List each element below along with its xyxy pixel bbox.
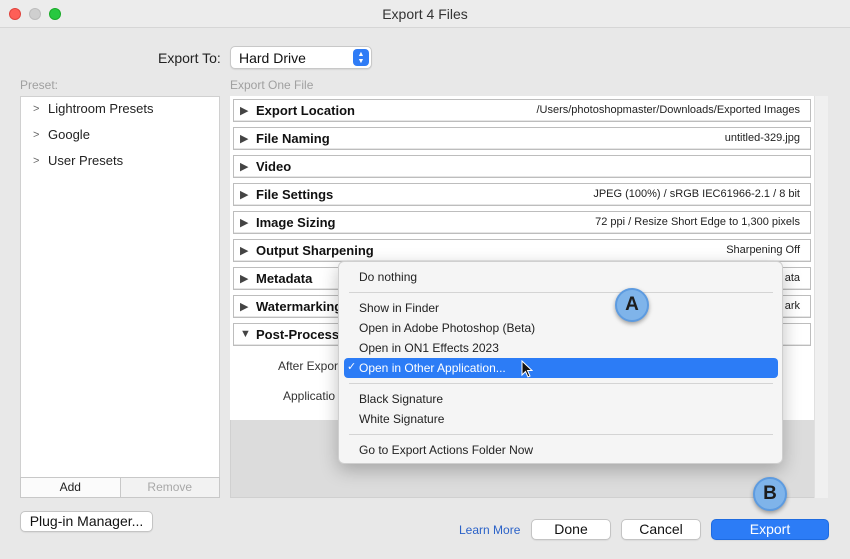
chevron-right-icon: > (33, 154, 40, 167)
annotation-badge-a: A (615, 288, 649, 322)
annotation-badge-b: B (753, 477, 787, 511)
section-output-sharpening[interactable]: ▶ Output Sharpening Sharpening Off (233, 239, 811, 262)
done-button[interactable]: Done (531, 519, 611, 540)
export-to-value: Hard Drive (239, 50, 306, 66)
section-title: Metadata (256, 271, 313, 286)
disclosure-triangle-icon: ▶ (240, 189, 249, 201)
preset-actions: Add Remove (20, 477, 220, 498)
section-summary: Sharpening Off (726, 244, 800, 256)
export-to-label: Export To: (158, 50, 221, 66)
disclosure-triangle-icon: ▶ (240, 105, 249, 117)
menu-item-label: Open in Other Application... (359, 361, 506, 375)
preset-label: Preset: (20, 78, 59, 92)
disclosure-triangle-icon: ▶ (240, 161, 249, 173)
learn-more-link[interactable]: Learn More (459, 523, 520, 537)
section-title: Watermarking (256, 299, 343, 314)
after-export-label: After Expor (278, 359, 339, 373)
menu-separator (349, 292, 773, 293)
application-label: Applicatio (283, 389, 336, 403)
section-export-location[interactable]: ▶ Export Location /Users/photoshopmaster… (233, 99, 811, 122)
mouse-pointer-icon (521, 360, 533, 378)
cancel-button[interactable]: Cancel (621, 519, 701, 540)
section-video[interactable]: ▶ Video (233, 155, 811, 178)
preset-item-google[interactable]: > Google (33, 127, 90, 142)
menu-item-open-other-application[interactable]: ✓ Open in Other Application... (344, 358, 778, 378)
preset-item-lightroom[interactable]: > Lightroom Presets (33, 101, 154, 116)
title-bar: Export 4 Files (0, 0, 850, 28)
section-title: Export Location (256, 103, 355, 118)
export-to-select[interactable]: Hard Drive ▲ ▼ (230, 46, 372, 69)
select-stepper-icon: ▲ ▼ (353, 49, 369, 66)
remove-preset-button[interactable]: Remove (121, 478, 220, 497)
section-title: File Naming (256, 131, 330, 146)
menu-separator (349, 383, 773, 384)
section-file-naming[interactable]: ▶ File Naming untitled-329.jpg (233, 127, 811, 150)
chevron-right-icon: > (33, 102, 40, 115)
disclosure-triangle-icon: ▶ (240, 133, 249, 145)
menu-item-go-to-export-actions[interactable]: Go to Export Actions Folder Now (359, 443, 533, 457)
section-summary: 72 ppi / Resize Short Edge to 1,300 pixe… (595, 216, 800, 228)
disclosure-triangle-icon: ▶ (240, 245, 249, 257)
menu-item-black-signature[interactable]: Black Signature (359, 392, 443, 406)
export-button[interactable]: Export (711, 519, 829, 540)
menu-item-do-nothing[interactable]: Do nothing (359, 270, 417, 284)
disclosure-triangle-expanded-icon: ▼ (240, 328, 251, 340)
after-export-menu: Do nothing Show in Finder Open in Adobe … (338, 261, 783, 464)
section-summary: ata (784, 272, 800, 284)
section-file-settings[interactable]: ▶ File Settings JPEG (100%) / sRGB IEC61… (233, 183, 811, 206)
preset-item-label: Lightroom Presets (48, 101, 154, 116)
export-one-file-label: Export One File (230, 78, 314, 92)
preset-item-label: User Presets (48, 153, 124, 168)
add-preset-button[interactable]: Add (21, 478, 121, 497)
disclosure-triangle-icon: ▶ (240, 301, 249, 313)
plugin-manager-button[interactable]: Plug-in Manager... (20, 511, 153, 532)
section-title: Video (256, 159, 292, 174)
section-summary: untitled-329.jpg (724, 132, 800, 144)
preset-item-label: Google (48, 127, 90, 142)
disclosure-triangle-icon: ▶ (240, 273, 249, 285)
section-summary: /Users/photoshopmaster/Downloads/Exporte… (536, 104, 800, 116)
window-title: Export 4 Files (382, 6, 468, 22)
disclosure-triangle-icon: ▶ (240, 217, 249, 229)
chevron-right-icon: > (33, 128, 40, 141)
section-title: Image Sizing (256, 215, 336, 230)
section-summary: JPEG (100%) / sRGB IEC61966-2.1 / 8 bit (593, 188, 800, 200)
menu-item-show-in-finder[interactable]: Show in Finder (359, 301, 439, 315)
section-title: Output Sharpening (256, 243, 374, 258)
preset-list: > Lightroom Presets > Google > User Pres… (20, 96, 220, 498)
menu-separator (349, 434, 773, 435)
scrollbar[interactable] (814, 96, 828, 498)
checkmark-icon: ✓ (347, 361, 357, 373)
section-title: File Settings (256, 187, 334, 202)
menu-item-open-on1[interactable]: Open in ON1 Effects 2023 (359, 341, 499, 355)
section-image-sizing[interactable]: ▶ Image Sizing 72 ppi / Resize Short Edg… (233, 211, 811, 234)
menu-item-open-photoshop[interactable]: Open in Adobe Photoshop (Beta) (359, 321, 535, 335)
preset-item-user[interactable]: > User Presets (33, 153, 123, 168)
menu-item-white-signature[interactable]: White Signature (359, 412, 444, 426)
section-summary: ark (784, 300, 800, 312)
